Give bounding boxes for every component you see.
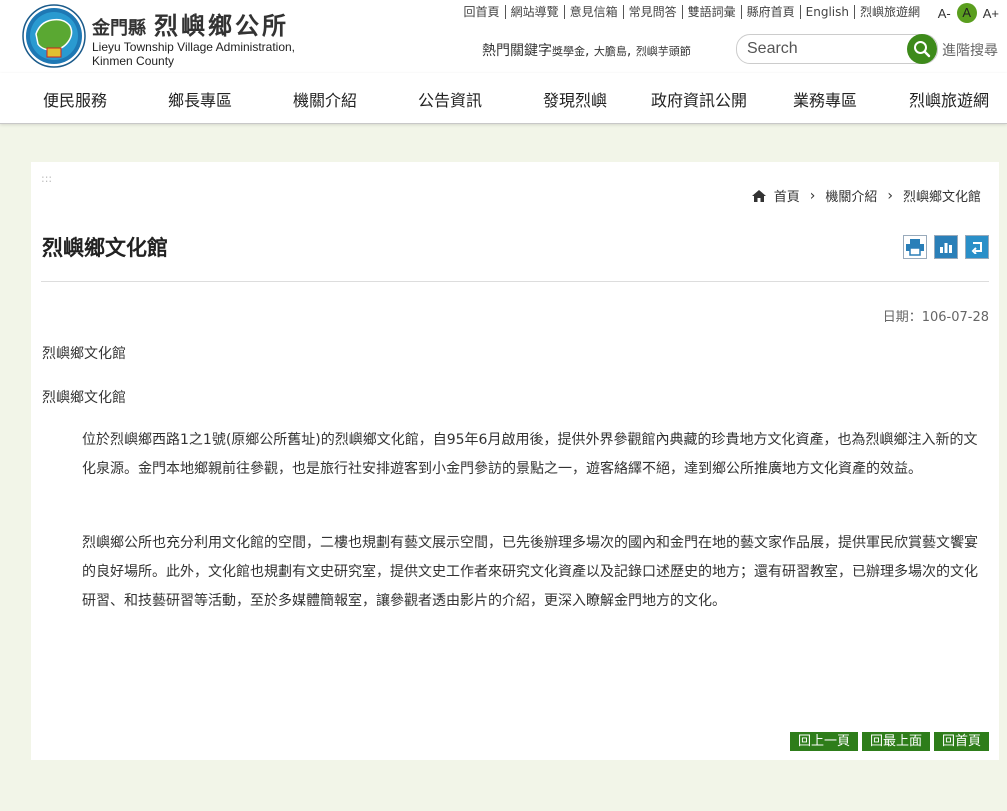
print-button[interactable] bbox=[903, 235, 927, 259]
toplink-glossary[interactable]: 雙語詞彙 bbox=[683, 5, 742, 19]
bar-chart-icon bbox=[940, 243, 952, 253]
search-button[interactable] bbox=[907, 34, 937, 64]
print-icon bbox=[906, 239, 924, 256]
toplink-travel[interactable]: 烈嶼旅遊網 bbox=[855, 5, 925, 19]
hot-keyword-3[interactable]: 烈嶼芋頭節 bbox=[636, 45, 691, 58]
nav-mayor[interactable]: 鄉長專區 bbox=[168, 87, 232, 111]
nav-travel[interactable]: 烈嶼旅遊網 bbox=[909, 87, 989, 111]
article-subtitle-1: 烈嶼鄉文化館 bbox=[42, 346, 126, 362]
nav-about[interactable]: 機關介紹 bbox=[293, 87, 357, 111]
nav-announcements[interactable]: 公告資訊 bbox=[418, 87, 482, 111]
article-paragraph-2: 烈嶼鄉公所也充分利用文化館的空間，二樓也規劃有藝文展示空間，已先後辦理多場次的國… bbox=[82, 535, 978, 609]
nav-business[interactable]: 業務專區 bbox=[793, 87, 857, 111]
nav-gov-info[interactable]: 政府資訊公開 bbox=[651, 87, 747, 111]
brand-en-line1: Lieyu Township Village Administration, bbox=[92, 40, 296, 54]
advanced-search-link[interactable]: 進階搜尋 bbox=[942, 40, 998, 60]
breadcrumb: 首頁 › 機關介紹 › 烈嶼鄉文化館 bbox=[751, 186, 981, 205]
nav-services[interactable]: 便民服務 bbox=[43, 87, 107, 111]
brand-office: 烈嶼鄉公所 bbox=[154, 11, 289, 40]
toplink-feedback[interactable]: 意見信箱 bbox=[565, 5, 624, 19]
toplink-county[interactable]: 縣府首頁 bbox=[742, 5, 801, 19]
brand-county: 金門縣 bbox=[92, 18, 146, 39]
font-size-controls: A- A A+ bbox=[938, 3, 999, 23]
breadcrumb-home[interactable]: 首頁 bbox=[774, 186, 800, 205]
title-divider bbox=[41, 281, 989, 282]
go-back-button[interactable]: 回上一頁 bbox=[789, 732, 858, 751]
article-subtitle-2: 烈嶼鄉文化館 bbox=[42, 390, 126, 406]
chevron-right-icon: › bbox=[887, 187, 893, 204]
go-top-button[interactable]: 回最上面 bbox=[861, 732, 930, 751]
brand-chinese: 金門縣 烈嶼鄉公所 bbox=[92, 6, 289, 41]
access-key[interactable]: ::: bbox=[41, 172, 52, 185]
toplink-home[interactable]: 回首頁 bbox=[459, 5, 506, 19]
font-large-button[interactable]: A+ bbox=[983, 6, 999, 21]
hot-keywords: 熱門關鍵字獎學金, 大膽島, 烈嶼芋頭節 bbox=[482, 43, 691, 59]
hot-keywords-label: 熱門關鍵字 bbox=[482, 43, 552, 59]
brand-english: Lieyu Township Village Administration, K… bbox=[92, 40, 295, 68]
font-medium-button[interactable]: A bbox=[956, 3, 977, 23]
content-card: ::: 首頁 › 機關介紹 › 烈嶼鄉文化館 烈嶼鄉文化館 日期：106-07-… bbox=[31, 162, 999, 760]
article-paragraph-1: 位於烈嶼鄉西路1之1號(原鄉公所舊址)的烈嶼鄉文化館，自95年6月啟用後，提供外… bbox=[82, 432, 978, 477]
page-title: 烈嶼鄉文化館 bbox=[42, 236, 168, 260]
bottom-actions: 回上一頁 回最上面 回首頁 bbox=[789, 732, 989, 751]
publish-date: 日期：106-07-28 bbox=[882, 310, 989, 325]
toplink-sitemap[interactable]: 網站導覽 bbox=[506, 5, 565, 19]
go-home-button[interactable]: 回首頁 bbox=[933, 732, 989, 751]
brand-en-line2: Kinmen County bbox=[92, 54, 175, 68]
breadcrumb-about[interactable]: 機關介紹 bbox=[825, 186, 877, 205]
home-icon bbox=[751, 189, 766, 202]
township-emblem-logo[interactable] bbox=[22, 4, 86, 68]
hot-keyword-1[interactable]: 獎學金 bbox=[552, 45, 585, 58]
main-nav: 便民服務 鄉長專區 機關介紹 公告資訊 發現烈嶼 政府資訊公開 業務專區 烈嶼旅… bbox=[0, 73, 1007, 124]
nav-discover[interactable]: 發現烈嶼 bbox=[543, 87, 607, 111]
page-tools bbox=[903, 235, 989, 259]
statistics-button[interactable] bbox=[934, 235, 958, 259]
search-icon bbox=[914, 41, 931, 58]
font-small-button[interactable]: A- bbox=[938, 6, 951, 21]
search-input[interactable] bbox=[745, 38, 899, 60]
site-header: 金門縣 烈嶼鄉公所 Lieyu Township Village Adminis… bbox=[0, 0, 1007, 73]
toplink-english[interactable]: English bbox=[801, 5, 855, 19]
top-links: 回首頁 網站導覽 意見信箱 常見問答 雙語詞彙 縣府首頁 English 烈嶼旅… bbox=[459, 5, 925, 19]
back-button[interactable] bbox=[965, 235, 989, 259]
breadcrumb-current: 烈嶼鄉文化館 bbox=[902, 190, 981, 205]
hot-keyword-2[interactable]: 大膽島 bbox=[594, 45, 627, 58]
return-arrow-icon bbox=[971, 242, 982, 254]
search-box bbox=[736, 34, 938, 64]
toplink-faq[interactable]: 常見問答 bbox=[624, 5, 683, 19]
chevron-right-icon: › bbox=[809, 187, 816, 204]
